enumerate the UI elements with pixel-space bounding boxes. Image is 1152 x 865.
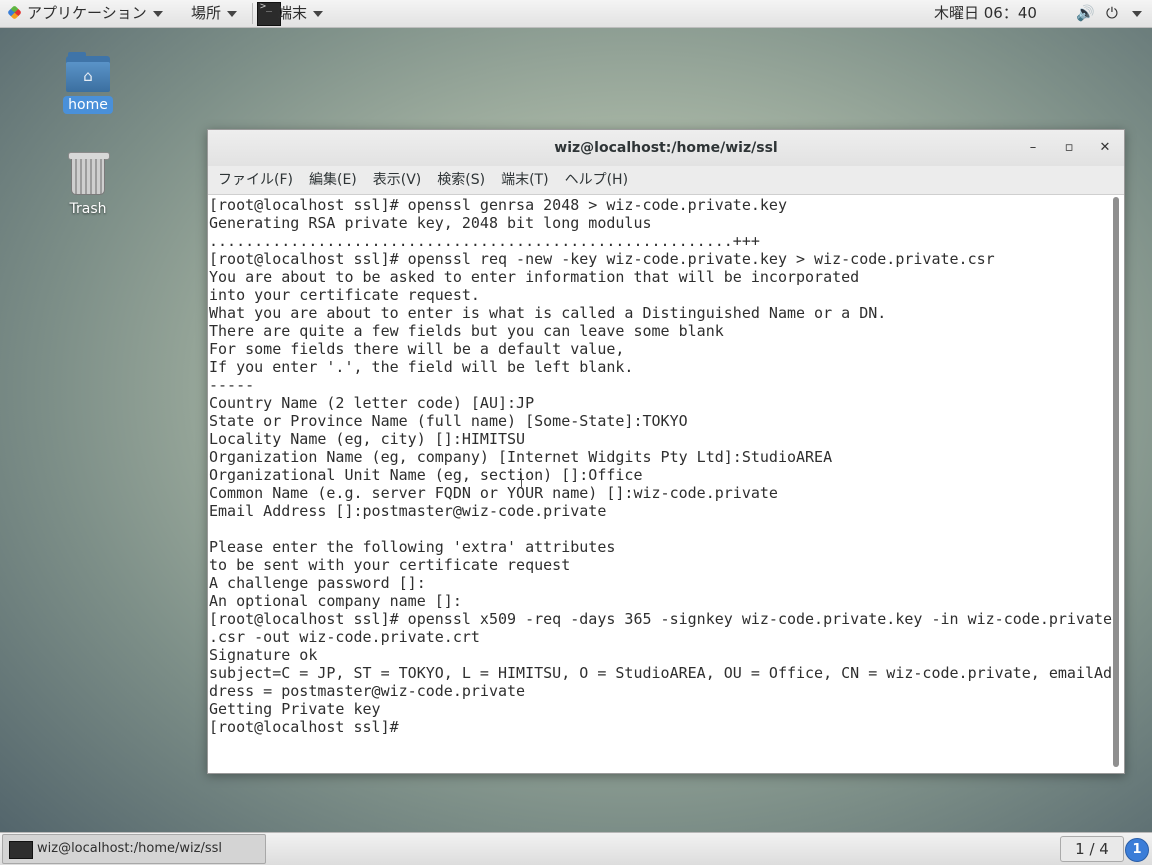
terminal-line: An optional company name []: — [209, 592, 462, 610]
terminal-line: ........................................… — [209, 232, 760, 250]
terminal-line: You are about to be asked to enter infor… — [209, 268, 860, 286]
desktop-home-folder[interactable]: ⌂ home — [48, 52, 128, 114]
home-label: home — [63, 96, 113, 114]
maximize-button[interactable]: ▫ — [1059, 138, 1079, 158]
window-title: wiz@localhost:/home/wiz/ssl — [554, 140, 778, 156]
terminal-line: to be sent with your certificate request — [209, 556, 571, 574]
taskbar-terminal-label: wiz@localhost:/home/wiz/ssl — [37, 841, 223, 856]
menu-terminal[interactable]: 端末(T) — [493, 166, 556, 194]
menubar: ファイル(F) 編集(E) 表示(V) 検索(S) 端末(T) ヘルプ(H) — [208, 166, 1124, 195]
taskbar-terminal-button[interactable]: wiz@localhost:/home/wiz/ssl — [2, 834, 266, 864]
terminal-line: There are quite a few fields but you can… — [209, 322, 724, 340]
terminal-line: State or Province Name (full name) [Some… — [209, 412, 688, 430]
terminal-line: into your certificate request. — [209, 286, 480, 304]
menu-file[interactable]: ファイル(F) — [208, 166, 301, 194]
notification-badge[interactable]: 1 — [1125, 838, 1149, 862]
close-button[interactable]: ✕ — [1095, 138, 1115, 158]
workspace-switcher[interactable]: 1 / 4 — [1060, 836, 1124, 862]
trash-label: Trash — [69, 201, 107, 217]
top-panel: アプリケーション 場所 端末 木曜日 06：40 🔊 ⏻ — [0, 0, 1152, 28]
terminal-line: ----- — [209, 376, 255, 394]
terminal-line: Email Address []:postmaster@wiz-code.pri… — [209, 502, 607, 520]
bottom-panel: wiz@localhost:/home/wiz/ssl 1 / 4 1 — [0, 832, 1152, 865]
menu-search[interactable]: 検索(S) — [429, 166, 493, 194]
terminal-line: Please enter the following 'extra' attri… — [209, 538, 616, 556]
terminal-line: [root@localhost ssl]# openssl req -new -… — [209, 250, 995, 268]
terminal-icon — [9, 841, 33, 859]
desktop-trash[interactable]: Trash — [48, 152, 128, 218]
window-titlebar[interactable]: wiz@localhost:/home/wiz/ssl – ▫ ✕ — [208, 130, 1124, 166]
system-menu-chevron[interactable] — [1126, 0, 1142, 27]
terminal-line: Organizational Unit Name (eg, section) [… — [209, 466, 643, 484]
clock[interactable]: 木曜日 06：40 — [934, 0, 1037, 27]
minimize-button[interactable]: – — [1023, 138, 1043, 158]
terminal-line: [root@localhost ssl]# — [209, 718, 408, 736]
terminal-line: If you enter '.', the field will be left… — [209, 358, 634, 376]
terminal-output[interactable]: [root@localhost ssl]# openssl genrsa 204… — [209, 195, 1112, 771]
applications-label: アプリケーション — [27, 4, 147, 22]
terminal-line: Organization Name (eg, company) [Interne… — [209, 448, 833, 466]
terminal-line: Locality Name (eg, city) []:HIMITSU — [209, 430, 526, 448]
terminal-window[interactable]: wiz@localhost:/home/wiz/ssl – ▫ ✕ ファイル(F… — [207, 129, 1125, 774]
menu-view[interactable]: 表示(V) — [365, 166, 430, 194]
applications-icon — [7, 5, 22, 20]
text-cursor-icon — [521, 473, 524, 489]
applications-menu[interactable]: アプリケーション — [7, 0, 163, 27]
terminal-line: subject=C = JP, ST = TOKYO, L = HIMITSU,… — [209, 664, 1112, 682]
places-menu[interactable]: 場所 — [191, 0, 238, 27]
terminal-line: Getting Private key — [209, 700, 381, 718]
terminal-line: Common Name (e.g. server FQDN or YOUR na… — [209, 484, 778, 502]
terminal-line: [root@localhost ssl]# openssl genrsa 204… — [209, 196, 787, 214]
menu-edit[interactable]: 編集(E) — [301, 166, 365, 194]
terminal-app-menu[interactable]: 端末 — [255, 0, 327, 27]
chevron-down-icon — [313, 10, 324, 17]
terminal-line: Signature ok — [209, 646, 318, 664]
terminal-line: What you are about to enter is what is c… — [209, 304, 887, 322]
chevron-down-icon — [227, 10, 238, 17]
power-icon[interactable]: ⏻ — [1106, 0, 1118, 27]
chevron-down-icon — [152, 10, 163, 17]
terminal-line: For some fields there will be a default … — [209, 340, 625, 358]
scrollbar-thumb[interactable] — [1113, 197, 1119, 767]
menu-help[interactable]: ヘルプ(H) — [557, 166, 636, 194]
terminal-line: Country Name (2 letter code) [AU]:JP — [209, 394, 535, 412]
panel-separator — [252, 3, 253, 24]
places-label: 場所 — [191, 4, 222, 22]
terminal-app-label: 端末 — [277, 0, 324, 27]
terminal-line: .csr -out wiz-code.private.crt — [209, 628, 480, 646]
terminal-line: dress = postmaster@wiz-code.private — [209, 682, 526, 700]
terminal-line: [root@localhost ssl]# openssl x509 -req … — [209, 610, 1112, 628]
terminal-line: Generating RSA private key, 2048 bit lon… — [209, 214, 652, 232]
trash-icon — [68, 152, 110, 196]
volume-icon[interactable]: 🔊 — [1076, 0, 1095, 27]
scrollbar[interactable] — [1113, 197, 1119, 767]
chevron-down-icon — [1132, 10, 1142, 17]
terminal-line: A challenge password []: — [209, 574, 426, 592]
home-folder-icon: ⌂ — [66, 52, 110, 92]
